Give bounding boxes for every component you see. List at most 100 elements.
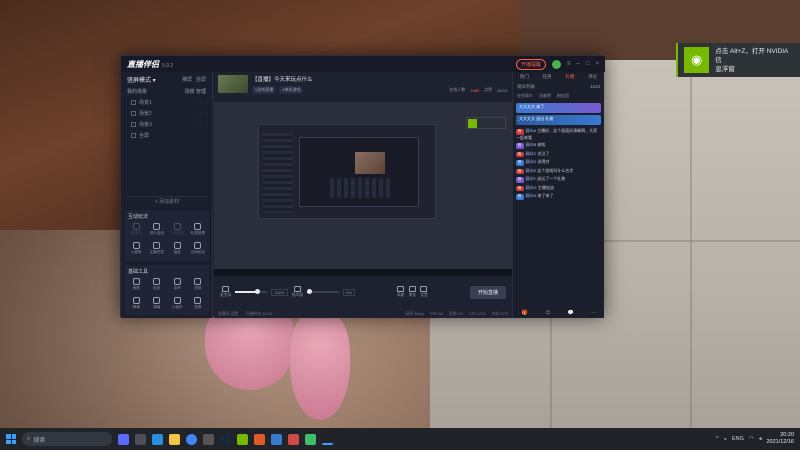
mode-selector[interactable]: 竖屏模式 ▾ <box>127 75 156 84</box>
speaker-control[interactable]: 扬声器 <box>292 286 303 298</box>
user-icon <box>194 223 202 230</box>
scene-item[interactable]: 场景2 ⋯ <box>121 108 212 119</box>
tab-landscape[interactable]: 横屏 <box>182 76 192 83</box>
system-clock[interactable]: 20:20 2021/12/16 <box>766 432 794 446</box>
channel-title[interactable]: 【直播】今天来玩点什么 <box>252 75 313 83</box>
tool-beauty[interactable]: 美颜 <box>126 278 147 295</box>
gift-icon[interactable]: 🎁 <box>522 310 528 316</box>
sticker-icon <box>153 278 161 285</box>
nvidia-icon[interactable] <box>237 433 248 445</box>
tab-gift[interactable]: 礼物 <box>565 74 574 80</box>
app-icon[interactable] <box>305 433 316 445</box>
streaming-app-icon[interactable] <box>322 433 333 445</box>
chat-message[interactable]: 粉观众G 主播加油 <box>513 184 604 193</box>
tool-wishlist[interactable]: 心愿单 <box>126 242 147 259</box>
app-icon[interactable] <box>271 433 282 445</box>
beautify-button[interactable]: 美化 <box>409 286 416 298</box>
go-live-button[interactable]: 开始直播 <box>469 285 506 299</box>
contribution-tab[interactable]: 贡献榜 <box>539 93 551 99</box>
user-avatar[interactable] <box>552 59 561 69</box>
mic-icon <box>132 223 140 230</box>
online-audience-tab[interactable]: 在线观众 <box>517 93 533 99</box>
more-icon[interactable]: ⋯ <box>591 310 596 316</box>
tab-task[interactable]: 任务 <box>543 74 552 80</box>
tab-comment[interactable]: 评论 <box>588 74 597 80</box>
app-icon[interactable] <box>254 433 265 445</box>
chat-message[interactable]: 粉观众C 关注了 <box>513 150 604 159</box>
widgets-icon[interactable] <box>135 433 146 445</box>
channel-tag[interactable]: #单机游戏 <box>279 86 304 94</box>
tool-link-pk[interactable]: 连线PK <box>126 223 147 240</box>
scene-ops-icon[interactable]: ⋯ <box>197 122 202 128</box>
mic-slider[interactable] <box>235 289 268 294</box>
tool-filter[interactable]: 滤镜 <box>188 278 209 295</box>
language-indicator[interactable]: ENG <box>732 436 744 442</box>
chrome-icon[interactable] <box>186 433 197 445</box>
speaker-slider[interactable] <box>307 289 340 294</box>
maximize-icon[interactable]: □ <box>586 61 590 67</box>
mic-control[interactable]: 麦克风 <box>220 286 231 298</box>
scene-item[interactable]: 场景3 ⋯ <box>121 119 212 130</box>
tool-pk[interactable]: PK对战 <box>167 223 188 240</box>
tool-widget[interactable]: 小组件 <box>167 297 188 314</box>
tools-title: 基础工具 <box>128 269 149 275</box>
tool-record[interactable]: 录屏 <box>188 297 209 314</box>
tool-denoise[interactable]: 降噪 <box>126 297 147 314</box>
chat-message[interactable]: 粉观众F 送出了一个礼物 <box>513 175 604 184</box>
wifi-icon[interactable]: ◠ <box>749 436 754 442</box>
menu-icon[interactable]: ≡ <box>567 61 571 67</box>
checkbox[interactable] <box>131 100 136 105</box>
app-logo: 直播伴侣 5.0.2 <box>127 59 174 69</box>
tool-audience-link[interactable]: 观众连线 <box>147 223 168 240</box>
tool-voice[interactable]: 变声 <box>167 278 188 295</box>
checkbox[interactable] <box>131 133 136 138</box>
taskbar-search[interactable]: ⌕ 搜索 <box>22 432 112 446</box>
chat-message[interactable]: 粉观众D 说得对 <box>513 158 604 167</box>
highlight-button[interactable]: 高能 <box>397 286 405 298</box>
tool-host-task[interactable]: 主播任务 <box>147 242 168 259</box>
channel-thumbnail[interactable] <box>218 75 248 93</box>
checkbox[interactable] <box>131 122 136 127</box>
explorer-icon[interactable] <box>169 433 180 445</box>
network-icon[interactable]: ◒ <box>724 436 727 442</box>
app-titlebar: 直播伴侣 5.0.2 开播提醒 ≡ – □ × <box>121 56 605 72</box>
chat-message[interactable]: 粉观众H 来了来了 <box>513 192 604 201</box>
close-icon[interactable]: × <box>595 61 599 67</box>
fan-club-tab[interactable]: 粉丝团 <box>557 93 569 99</box>
checkbox[interactable] <box>131 111 136 116</box>
tool-sticker[interactable]: 贴纸 <box>147 278 168 295</box>
tray-expand-icon[interactable]: ^ <box>716 436 719 442</box>
steam-icon[interactable] <box>220 433 231 445</box>
tool-lottery[interactable]: 抽奖 <box>167 242 188 259</box>
widget-icon <box>173 297 181 304</box>
scene-item[interactable]: 场景1 ⋯ <box>121 97 212 108</box>
windows-start-icon[interactable] <box>6 434 16 444</box>
app-icon[interactable] <box>288 433 299 445</box>
scene-ops-icon[interactable]: ⋯ <box>197 111 202 117</box>
channel-tag[interactable]: #游戏直播 <box>252 86 277 94</box>
tab-hot[interactable]: 热门 <box>520 74 529 80</box>
tool-gift-vote[interactable]: 礼物投票 <box>188 223 209 240</box>
live-reminder-button[interactable]: 开播提醒 <box>515 58 546 70</box>
scene-item[interactable]: 全屏 <box>121 130 212 141</box>
stream-preview[interactable] <box>214 102 512 276</box>
volume-icon[interactable]: ◂ <box>759 436 762 442</box>
add-source-button[interactable]: + 添加素材 <box>127 196 207 206</box>
settings-button[interactable]: 设置 <box>420 286 428 298</box>
settings-icon[interactable] <box>203 433 214 445</box>
taskview-icon[interactable] <box>118 433 129 445</box>
basic-tools-block: 基础工具 美颜 贴纸 变声 滤镜 降噪 弹幕 小组件 录屏 <box>125 265 209 315</box>
chat-icon[interactable]: 💬 <box>568 310 574 316</box>
edge-icon[interactable] <box>152 433 163 445</box>
chat-message[interactable]: 粉观众B 来啦 <box>513 141 604 150</box>
scene-ops-icon[interactable]: ⋯ <box>197 100 202 106</box>
tool-danmaku[interactable]: 弹幕 <box>147 297 168 314</box>
nvidia-overlay-toast[interactable]: ◉ 点击 Alt+Z，打开 NVIDIA 信 息浮窗 <box>676 43 800 77</box>
emoji-icon[interactable]: 😊 <box>545 310 550 316</box>
scene-manage-button[interactable]: 场景 管理 <box>185 88 206 95</box>
minimize-icon[interactable]: – <box>577 61 580 67</box>
tab-portrait[interactable]: 竖屏 <box>196 76 206 83</box>
tool-interact[interactable]: 互动玩法 <box>188 242 209 259</box>
chat-message[interactable]: 粉观众E 这个游戏叫什么名字 <box>513 167 604 176</box>
chat-message[interactable]: 粉观众A 主播好，这个画面好清晰啊，大家一起来看 <box>513 127 604 141</box>
